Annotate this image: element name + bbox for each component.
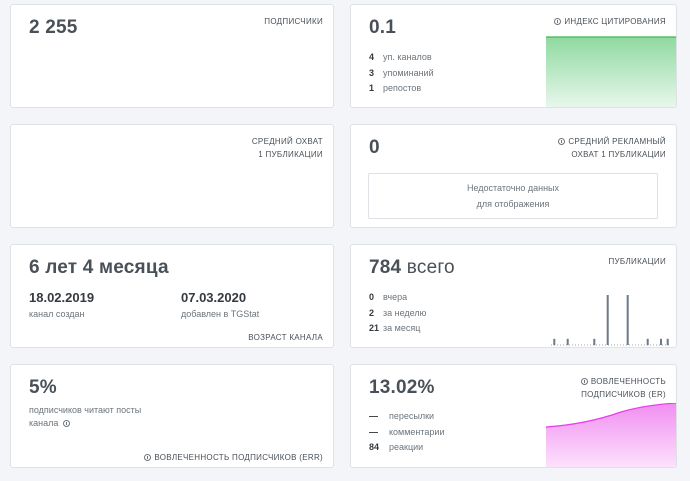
publications-value: 784 всего [369,257,455,279]
publications-label: ПУБЛИКАЦИИ [608,257,666,266]
citation-reposts-count: 1 [369,83,375,93]
err-description: подписчиков читают посты канала [29,404,141,430]
err-description-line1: подписчиков читают посты [29,405,142,415]
er-forwards-count: — [369,411,378,421]
citation-index-card[interactable]: 0.1 ИНДЕКС ЦИТИРОВАНИЯ 4 уп. каналов 3 упо… [350,4,677,108]
ad-reach-label-line2: ОХВАТ 1 ПУБЛИКАЦИИ [571,150,666,159]
er-label: ВОВЛЕЧЕННОСТЬ ПОДПИСЧИКОВ (ER) [580,375,666,401]
pub-yesterday-text: вчера [383,292,408,302]
info-icon[interactable] [144,454,152,461]
er-row-comments: — комментарии [369,427,444,437]
avg-reach-label-line1: СРЕДНИЙ ОХВАТ [251,137,323,146]
ad-reach-label: СРЕДНИЙ РЕКЛАМНЫЙ ОХВАТ 1 ПУБЛИКАЦИИ [558,135,666,161]
no-data-line1: Недостаточно данных [466,183,560,193]
er-card[interactable]: 13.02% ВОВЛЕЧЕННОСТЬ ПОДПИСЧИКОВ (ER) — п… [350,364,677,468]
er-label-line1: ВОВЛЕЧЕННОСТЬ [590,377,666,386]
publications-bar [646,338,649,346]
channel-age-card[interactable]: 6 лет 4 месяца 18.02.2019 канал создан 0… [10,244,334,348]
citation-row-channels: 4 уп. каналов [369,52,432,62]
publications-bar [626,295,629,345]
er-reactions-text: реакции [389,442,424,452]
info-icon[interactable] [554,18,562,25]
err-value: 5% [29,377,57,398]
er-forwards-text: пересылки [389,411,435,421]
ad-reach-label-line1: СРЕДНИЙ РЕКЛАМНЫЙ [568,137,666,146]
er-row-reactions: 84 реакции [369,442,423,452]
pub-month-count: 21 [369,323,380,333]
pub-month-text: за месяц [383,323,421,333]
citation-value: 0.1 [369,17,397,38]
pub-row-week: 2 за неделю [369,308,426,318]
er-area [546,403,676,467]
er-label-line2: ПОДПИСЧИКОВ (ER) [581,390,666,399]
citation-channels-count: 4 [369,52,375,62]
publications-unit: всего [406,257,455,278]
citation-row-mentions: 3 упоминаний [369,68,434,78]
er-reactions-count: 84 [369,442,380,452]
publications-bar [660,338,662,346]
publications-bar [666,338,669,346]
publications-bar [566,338,569,346]
err-label: ВОВЛЕЧЕННОСТЬ ПОДПИСЧИКОВ (ERR) [144,451,323,464]
citation-channels-text: уп. каналов [383,52,432,62]
publications-bar-chart [551,295,671,346]
pub-week-count: 2 [369,308,375,318]
er-sparkline [546,403,676,467]
subscribers-value: 2 255 [29,17,78,38]
er-comments-count: — [369,427,378,437]
er-row-forwards: — пересылки [369,411,434,421]
avg-reach-card[interactable]: СРЕДНИЙ ОХВАТ 1 ПУБЛИКАЦИИ [10,124,334,228]
citation-sparkline [546,36,676,107]
citation-label-text: ИНДЕКС ЦИТИРОВАНИЯ [564,17,666,26]
publications-bar [553,338,556,346]
info-icon[interactable] [580,378,588,385]
pub-yesterday-count: 0 [369,292,375,302]
citation-area [546,37,676,107]
info-icon[interactable] [62,420,70,427]
citation-row-reposts: 1 репостов [369,83,421,93]
subscribers-card[interactable]: 2 255 ПОДПИСЧИКИ [10,4,334,108]
citation-mentions-count: 3 [369,68,375,78]
err-card[interactable]: 5% подписчиков читают посты канала ВОВЛЕ… [10,364,334,468]
err-label-text: ВОВЛЕЧЕННОСТЬ ПОДПИСЧИКОВ (ERR) [154,453,323,462]
pub-row-month: 21 за месяц [369,323,420,333]
pub-week-text: за неделю [383,308,427,318]
added-date: 07.03.2020 [181,290,247,305]
citation-label: ИНДЕКС ЦИТИРОВАНИЯ [554,15,666,28]
created-label: канал создан [29,309,85,319]
channel-age-value: 6 лет 4 месяца [29,257,169,278]
ad-reach-value: 0 [369,137,380,158]
citation-mentions-text: упоминаний [383,68,434,78]
no-data-box: Недостаточно данных для отображения [368,173,658,219]
added-label: добавлен в TGStat [181,309,260,319]
ad-reach-card[interactable]: 0 СРЕДНИЙ РЕКЛАМНЫЙ ОХВАТ 1 ПУБЛИКАЦИИ Н… [350,124,677,228]
publications-bar [593,338,596,346]
publications-bar [606,295,609,345]
pub-row-yesterday: 0 вчера [369,292,407,302]
er-comments-text: комментарии [389,427,445,437]
citation-reposts-text: репостов [383,83,422,93]
avg-reach-label-line2: 1 ПУБЛИКАЦИИ [258,150,323,159]
err-description-line2: канала [29,418,59,428]
publications-card[interactable]: 784 всего ПУБЛИКАЦИИ 0 вчера 2 за неделю 2… [350,244,677,348]
no-data-line2: для отображения [476,199,550,209]
info-icon[interactable] [558,138,566,145]
avg-reach-label: СРЕДНИЙ ОХВАТ 1 ПУБЛИКАЦИИ [252,135,323,161]
publications-count: 784 [369,257,402,278]
channel-age-label: ВОЗРАСТ КАНАЛА [248,333,323,342]
created-date: 18.02.2019 [29,290,95,305]
er-value: 13.02% [369,377,435,398]
subscribers-label: ПОДПИСЧИКИ [264,17,323,26]
